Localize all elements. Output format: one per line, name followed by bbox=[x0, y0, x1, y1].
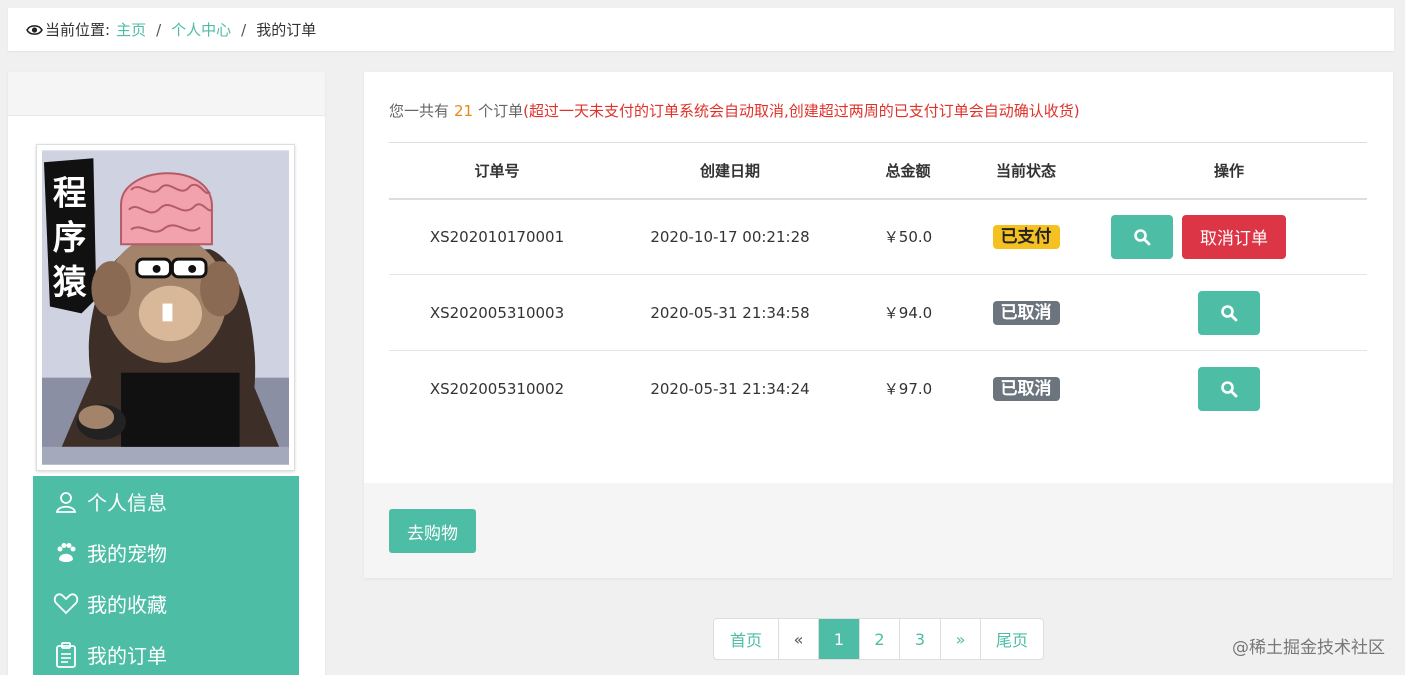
order-summary: 您一共有 21 个订单(超过一天未支付的订单系统会自动取消,创建超过两周的已支付订单… bbox=[389, 100, 1080, 121]
pager-page-1[interactable]: 1 bbox=[818, 619, 859, 659]
sidebar-menu: 个人信息 我的宠物 我的收藏 我的订单 bbox=[33, 476, 299, 675]
breadcrumb-separator: / bbox=[241, 20, 247, 39]
svg-text:猿: 猿 bbox=[53, 263, 87, 302]
breadcrumb-separator: / bbox=[156, 20, 162, 39]
pager-next[interactable]: » bbox=[940, 619, 980, 659]
order-actions-cell: 取消订单 bbox=[1091, 198, 1367, 275]
sidebar-item-label: 我的订单 bbox=[87, 644, 167, 668]
paw-icon bbox=[53, 540, 79, 566]
breadcrumb-home-link[interactable]: 主页 bbox=[116, 19, 146, 40]
go-shopping-button[interactable]: 去购物 bbox=[389, 509, 476, 553]
order-date-cell: 2020-05-31 21:34:58 bbox=[605, 274, 855, 351]
order-status-cell: 已取消 bbox=[961, 351, 1091, 427]
column-header-order-id: 订单号 bbox=[389, 142, 605, 200]
sidebar-item-label: 个人信息 bbox=[87, 491, 167, 515]
sidebar-item-profile[interactable]: 个人信息 bbox=[33, 476, 299, 527]
view-order-button[interactable] bbox=[1111, 214, 1173, 259]
breadcrumb-current: 我的订单 bbox=[256, 21, 317, 39]
pager-first[interactable]: 首页 bbox=[714, 619, 778, 659]
panel-footer: 去购物 bbox=[364, 483, 1393, 578]
pager-prev[interactable]: « bbox=[778, 619, 818, 659]
order-actions-cell bbox=[1091, 351, 1367, 427]
orders-panel: 您一共有 21 个订单(超过一天未支付的订单系统会自动取消,创建超过两周的已支付订单… bbox=[364, 72, 1393, 578]
order-amount-cell: ￥97.0 bbox=[883, 380, 933, 399]
column-header-actions: 操作 bbox=[1091, 142, 1367, 200]
order-date-cell: 2020-10-17 00:21:28 bbox=[605, 198, 855, 275]
pager-page-2[interactable]: 2 bbox=[859, 619, 899, 659]
table-row: XS202005310003 2020-05-31 21:34:58 ￥94.0… bbox=[389, 274, 1367, 351]
order-actions-cell bbox=[1091, 274, 1367, 351]
avatar: 程 序 猿 bbox=[36, 144, 295, 471]
status-badge: 已取消 bbox=[992, 300, 1060, 325]
summary-note: (超过一天未支付的订单系统会自动取消,创建超过两周的已支付订单会自动确认收货) bbox=[523, 102, 1080, 120]
order-count: 21 bbox=[454, 102, 474, 120]
sidebar-header bbox=[8, 72, 325, 116]
order-amount-cell: ￥94.0 bbox=[855, 274, 961, 351]
summary-suffix: 个订单 bbox=[478, 102, 524, 120]
summary-prefix: 您一共有 bbox=[389, 102, 450, 120]
user-icon bbox=[53, 489, 79, 515]
sidebar-item-label: 我的收藏 bbox=[87, 593, 167, 617]
breadcrumb: 当前位置: 主页 / 个人中心 / 我的订单 bbox=[8, 8, 1394, 51]
pager-last[interactable]: 尾页 bbox=[980, 619, 1043, 659]
order-status-cell: 已取消 bbox=[961, 274, 1091, 351]
breadcrumb-center-link[interactable]: 个人中心 bbox=[171, 19, 231, 40]
order-id-cell: XS202010170001 bbox=[389, 198, 605, 275]
order-date-cell: 2020-05-31 21:34:24 bbox=[650, 379, 810, 398]
column-header-date: 创建日期 bbox=[605, 142, 855, 200]
table-header-row: 订单号 创建日期 总金额 当前状态 操作 bbox=[389, 142, 1367, 200]
order-status-cell: 已支付 bbox=[961, 198, 1091, 275]
sidebar-item-pets[interactable]: 我的宠物 bbox=[33, 527, 299, 578]
search-icon bbox=[1221, 304, 1238, 321]
column-header-amount: 总金额 bbox=[855, 142, 961, 200]
column-header-status: 当前状态 bbox=[961, 142, 1091, 200]
view-order-button[interactable] bbox=[1198, 366, 1260, 411]
pagination: 首页 « 1 2 3 » 尾页 bbox=[713, 618, 1044, 660]
table-row: XS202010170001 2020-10-17 00:21:28 ￥50.0… bbox=[389, 198, 1367, 275]
search-icon bbox=[1134, 228, 1151, 246]
breadcrumb-prefix: 当前位置: bbox=[45, 21, 111, 39]
svg-text:序: 序 bbox=[53, 218, 87, 257]
cancel-order-button[interactable]: 取消订单 bbox=[1182, 214, 1286, 259]
order-id-cell: XS202005310002 bbox=[429, 379, 565, 398]
svg-text:程: 程 bbox=[53, 174, 87, 213]
sidebar-item-label: 我的宠物 bbox=[87, 542, 167, 566]
heart-icon bbox=[53, 591, 79, 617]
table-row: XS202005310002 2020-05-31 21:34:24 ￥97.0… bbox=[389, 351, 1367, 427]
orders-table: 订单号 创建日期 总金额 当前状态 操作 XS202010170001 2020… bbox=[389, 142, 1367, 427]
clipboard-icon bbox=[53, 641, 79, 668]
view-order-button[interactable] bbox=[1198, 290, 1260, 335]
order-id-cell: XS202005310003 bbox=[389, 274, 605, 351]
eye-icon bbox=[26, 24, 43, 36]
pager-page-3[interactable]: 3 bbox=[899, 619, 940, 659]
search-icon bbox=[1221, 380, 1238, 398]
sidebar-item-orders[interactable]: 我的订单 bbox=[33, 629, 299, 675]
order-amount-cell: ￥50.0 bbox=[855, 198, 961, 275]
status-badge: 已支付 bbox=[992, 224, 1060, 249]
sidebar-item-favorites[interactable]: 我的收藏 bbox=[33, 578, 299, 629]
status-badge: 已取消 bbox=[992, 376, 1060, 401]
watermark: @稀土掘金技术社区 bbox=[1232, 638, 1385, 658]
monkey-programmer-image: 程 序 猿 bbox=[42, 150, 289, 465]
